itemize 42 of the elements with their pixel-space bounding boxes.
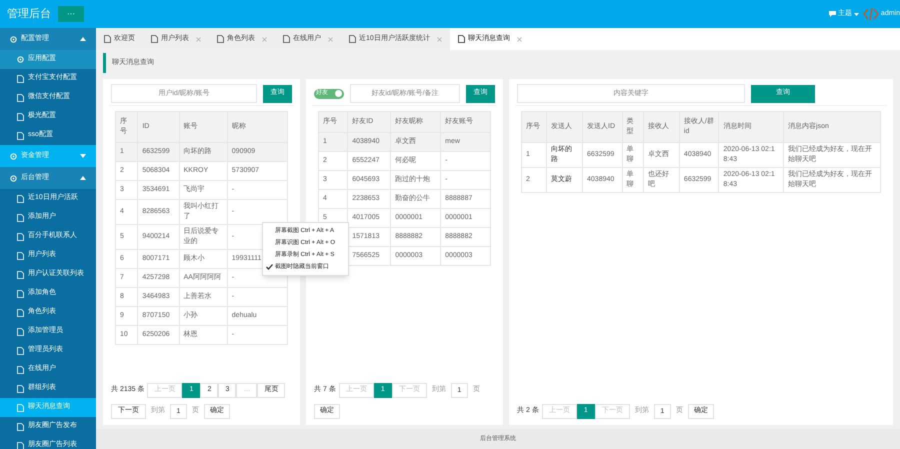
file-icon [17,422,24,430]
file-icon [17,308,24,316]
close-icon[interactable] [436,36,442,42]
file-icon [17,94,24,102]
caret-down-icon [854,12,859,16]
app-title: 管理后台 [7,6,52,22]
gear-icon [17,56,24,63]
code-logo-icon [862,7,879,21]
file-icon [17,74,24,82]
menu-button[interactable]: ··· [58,6,84,22]
file-icon [151,35,158,43]
file-icon [217,35,224,43]
caret-up-icon [80,176,86,180]
file-icon [17,328,24,336]
file-icon [17,384,24,392]
caret-down-icon [80,154,86,158]
gear-icon [10,152,17,160]
file-icon [349,35,356,43]
gear-icon [10,174,17,182]
file-icon [17,252,24,260]
file-icon [17,214,24,222]
file-icon [17,366,24,374]
file-icon [17,232,24,240]
file-icon [17,270,24,278]
file-icon [458,35,465,43]
close-icon[interactable] [516,36,522,42]
caret-up-icon [80,37,86,41]
file-icon [104,35,111,43]
gear-icon [10,36,17,42]
chat-icon [828,11,836,17]
check-icon [266,264,273,270]
file-icon [17,132,24,140]
close-icon[interactable] [262,36,267,42]
file-icon [283,35,290,43]
file-icon [17,112,24,120]
file-icon [17,194,24,202]
file-icon [17,346,24,354]
close-icon[interactable] [328,36,333,42]
close-icon[interactable] [196,36,201,42]
file-icon [17,404,24,412]
file-icon [17,290,24,298]
file-icon [17,442,24,449]
